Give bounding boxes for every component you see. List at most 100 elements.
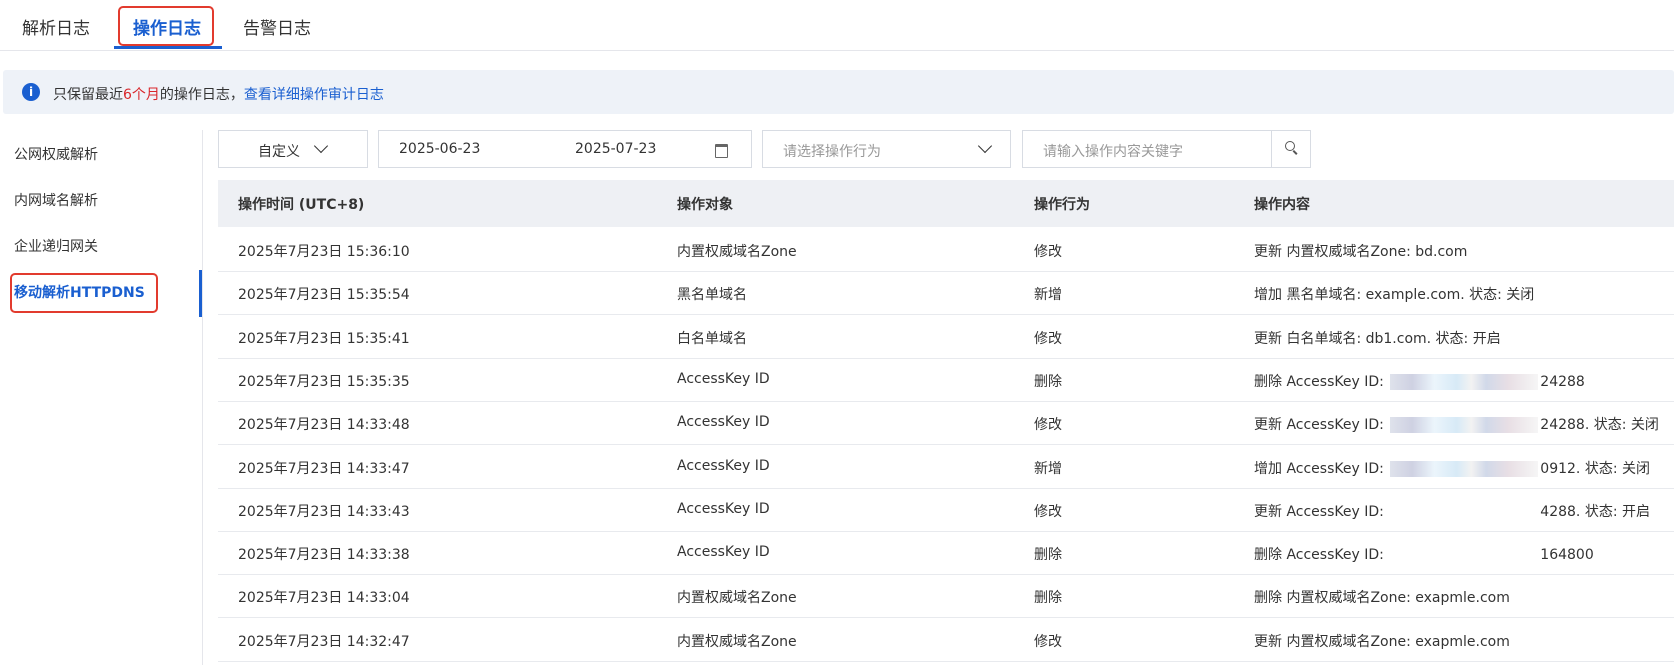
search-button[interactable]: [1271, 131, 1310, 167]
log-tabs: 解析日志 操作日志 告警日志: [0, 0, 1674, 51]
content-text: 更新 内置权威域名Zone: bd.com: [1254, 244, 1468, 260]
content-text: 删除 AccessKey ID:: [1254, 547, 1389, 564]
cell-action: 修改: [1034, 633, 1062, 650]
sidebar: 公网权威解析 内网域名解析 企业递归网关 移动解析HTTPDNS: [0, 130, 203, 665]
cell-object: AccessKey ID: [677, 544, 770, 561]
cell-time: 2025年7月23日 15:36:10: [238, 244, 410, 260]
cell-time: 2025年7月23日 14:33:47: [238, 460, 410, 477]
cell-action: 修改: [1034, 244, 1062, 260]
tab-alert-log[interactable]: 告警日志: [243, 14, 311, 39]
notice-highlight: 6个月: [123, 87, 160, 103]
redacted-value: [1390, 417, 1539, 434]
content-text-tail: 24288: [1540, 373, 1585, 390]
retention-notice: i 只保留最近6个月的操作日志，查看详细操作审计日志: [3, 70, 1674, 114]
redacted-value: [1390, 460, 1539, 477]
table-row: 2025年7月23日 14:33:38 AccessKey ID 删除 删除 Acce…: [218, 531, 1674, 576]
cell-content: 更新 白名单域名: db1.com. 状态: 开启: [1254, 328, 1501, 348]
cell-content: 删除 AccessKey ID: 24288: [1254, 371, 1585, 391]
date-range-picker[interactable]: 2025-06-23 2025-07-23: [378, 130, 752, 168]
table-row: 2025年7月23日 14:32:47 内置权威域名Zone 修改 更新 内置权威域名…: [218, 618, 1674, 662]
cell-object: 内置权威域名Zone: [677, 244, 797, 260]
range-select[interactable]: 自定义: [218, 130, 368, 168]
cell-time: 2025年7月23日 14:33:04: [238, 590, 410, 607]
notice-text: 只保留最近6个月的操作日志，查看详细操作审计日志: [53, 84, 384, 104]
sidebar-item-public-authoritative[interactable]: 公网权威解析: [14, 144, 98, 164]
cell-object: AccessKey ID: [677, 457, 770, 474]
table-header: 操作时间 (UTC+8) 操作对象 操作行为 操作内容: [218, 180, 1674, 227]
table-row: 2025年7月23日 15:35:35 AccessKey ID 删除 删除 Acce…: [218, 358, 1674, 402]
calendar-icon: [715, 144, 728, 158]
content-text: 删除 AccessKey ID:: [1254, 373, 1389, 390]
keyword-search-input[interactable]: 请输入操作内容关键字: [1043, 141, 1183, 161]
date-start: 2025-06-23: [399, 141, 481, 157]
redacted-value: [1390, 547, 1539, 564]
content-text-tail: 24288. 状态: 关闭: [1540, 417, 1659, 434]
cell-action: 新增: [1034, 287, 1062, 304]
notice-prefix: 只保留最近: [53, 87, 123, 103]
cell-content: 更新 AccessKey ID: 4288. 状态: 开启: [1254, 501, 1650, 521]
range-select-value: 自定义: [258, 144, 300, 160]
cell-content: 更新 内置权威域名Zone: bd.com: [1254, 241, 1467, 261]
cell-time: 2025年7月23日 14:33:38: [238, 547, 410, 564]
cell-object: AccessKey ID: [677, 414, 770, 431]
redacted-value: [1390, 503, 1539, 520]
table-row: 2025年7月23日 14:33:04 内置权威域名Zone 删除 删除 内置权威域名…: [218, 574, 1674, 619]
search-icon: [1285, 141, 1295, 151]
date-end: 2025-07-23: [575, 141, 657, 157]
content-text-tail: 164800: [1540, 547, 1594, 564]
cell-content: 增加 黑名单域名: example.com. 状态: 关闭: [1254, 284, 1534, 304]
action-select[interactable]: 请选择操作行为: [762, 130, 1011, 168]
sidebar-item-private-zone[interactable]: 内网域名解析: [14, 190, 98, 210]
cell-action: 删除: [1034, 590, 1062, 607]
action-select-placeholder: 请选择操作行为: [783, 144, 881, 160]
cell-object: 内置权威域名Zone: [677, 590, 797, 607]
cell-object: AccessKey ID: [677, 370, 770, 387]
cell-action: 删除: [1034, 373, 1062, 390]
cell-content: 更新 内置权威域名Zone: exapmle.com: [1254, 631, 1510, 651]
cell-action: 修改: [1034, 330, 1062, 347]
cell-time: 2025年7月23日 15:35:54: [238, 287, 410, 304]
cell-object: AccessKey ID: [677, 500, 770, 517]
content-text: 删除 内置权威域名Zone: exapmle.com: [1254, 590, 1510, 607]
chevron-down-icon: [977, 138, 993, 154]
column-header-action: 操作行为: [1034, 197, 1090, 213]
chevron-down-icon: [313, 138, 329, 154]
cell-time: 2025年7月23日 14:33:48: [238, 417, 410, 434]
content-text-tail: 4288. 状态: 开启: [1540, 503, 1650, 520]
annotation-highlight-tab: [118, 6, 214, 46]
cell-object: 白名单域名: [677, 330, 747, 347]
notice-suffix: 的操作日志，: [159, 87, 244, 103]
tab-resolution-log[interactable]: 解析日志: [22, 14, 90, 39]
cell-action: 删除: [1034, 547, 1062, 564]
cell-object: 黑名单域名: [677, 287, 747, 304]
table-row: 2025年7月23日 14:33:48 AccessKey ID 修改 更新 Acce…: [218, 401, 1674, 446]
content-text: 更新 AccessKey ID:: [1254, 417, 1389, 434]
active-sidebar-indicator: [199, 270, 202, 317]
cell-action: 新增: [1034, 460, 1062, 477]
audit-log-link[interactable]: 查看详细操作审计日志: [244, 87, 384, 103]
cell-time: 2025年7月23日 14:32:47: [238, 633, 410, 650]
content-text-tail: 0912. 状态: 关闭: [1540, 460, 1650, 477]
content-text: 更新 AccessKey ID:: [1254, 503, 1389, 520]
content-text: 增加 黑名单域名: example.com. 状态: 关闭: [1254, 287, 1535, 304]
cell-content: 更新 AccessKey ID: 24288. 状态: 关闭: [1254, 414, 1659, 434]
table-row: 2025年7月23日 14:33:43 AccessKey ID 修改 更新 Acce…: [218, 488, 1674, 532]
sidebar-item-recursive-gateway[interactable]: 企业递归网关: [14, 236, 98, 256]
cell-time: 2025年7月23日 14:33:43: [238, 503, 410, 520]
cell-action: 修改: [1034, 417, 1062, 434]
cell-object: 内置权威域名Zone: [677, 633, 797, 650]
cell-content: 增加 AccessKey ID: 0912. 状态: 关闭: [1254, 458, 1650, 478]
keyword-search: 请输入操作内容关键字: [1022, 130, 1311, 168]
redacted-value: [1390, 373, 1539, 390]
table-row: 2025年7月23日 15:35:54 黑名单域名 新增 增加 黑名单域名: exam…: [218, 271, 1674, 316]
table-row: 2025年7月23日 15:35:41 白名单域名 修改 更新 白名单域名: db1.…: [218, 315, 1674, 359]
cell-action: 修改: [1034, 503, 1062, 520]
cell-content: 删除 内置权威域名Zone: exapmle.com: [1254, 587, 1510, 607]
active-tab-indicator: [114, 46, 222, 49]
cell-time: 2025年7月23日 15:35:35: [238, 373, 410, 390]
column-header-time: 操作时间 (UTC+8): [238, 197, 365, 213]
column-header-content: 操作内容: [1254, 197, 1310, 213]
table-row: 2025年7月23日 15:36:10 内置权威域名Zone 修改 更新 内置权威域名…: [218, 228, 1674, 272]
annotation-highlight-sidebar: [10, 273, 158, 313]
cell-time: 2025年7月23日 15:35:41: [238, 330, 410, 347]
